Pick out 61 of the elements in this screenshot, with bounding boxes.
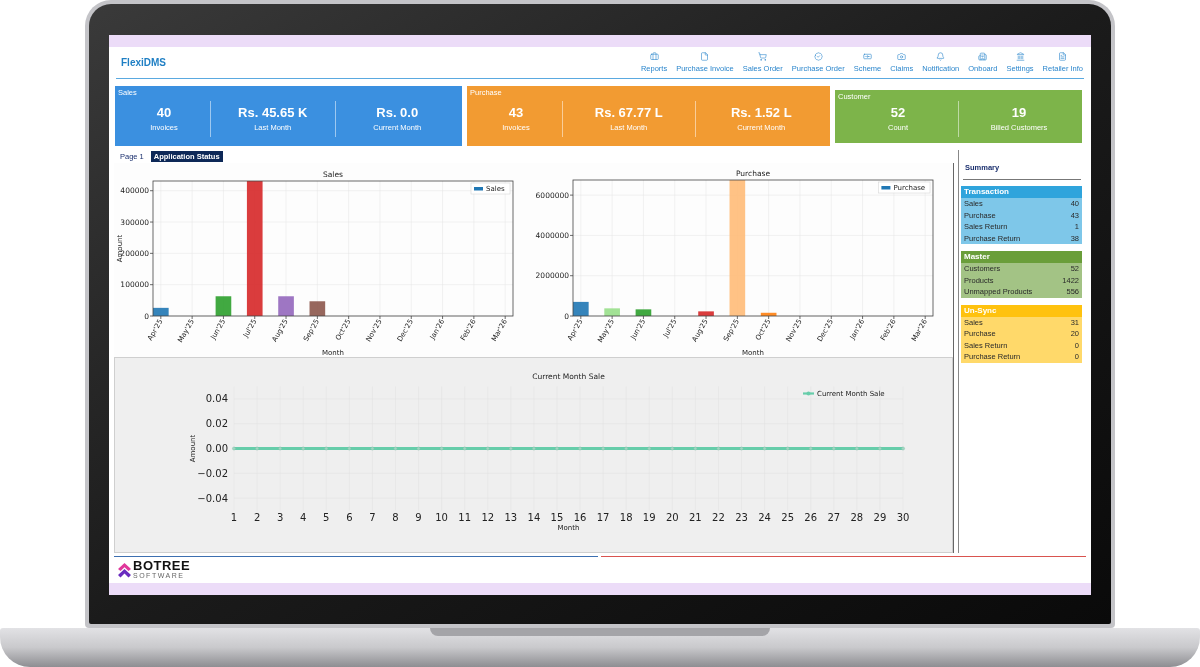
- axis-tick-label: 28: [850, 511, 864, 523]
- axis-tick-label: 11: [458, 511, 472, 523]
- camera-icon: [897, 52, 907, 61]
- stat-value: Rs. 0.0: [376, 106, 419, 120]
- axis-tick-label: 7: [369, 511, 376, 523]
- axis-tick-label: 20: [665, 511, 679, 523]
- bank-icon: [1015, 52, 1025, 61]
- stat-value: 19: [1011, 106, 1027, 120]
- axis-tick-label: −0.02: [197, 467, 228, 479]
- axis-tick-label: −0.04: [197, 492, 228, 504]
- stat-value: 43: [508, 106, 524, 120]
- axis-tick-label: 23: [735, 511, 748, 523]
- stat-value: Rs. 45.65 K: [238, 106, 308, 120]
- axis-tick-label: 6: [346, 511, 353, 523]
- axis-tick-label: 0.02: [205, 418, 228, 430]
- axis-tick-label: 3: [276, 511, 284, 523]
- axis-tick-label: 24: [758, 511, 771, 523]
- axis-tick-label: 17: [596, 511, 610, 523]
- stat-value: Rs. 67.77 L: [594, 106, 663, 120]
- axis-tick-label: 1: [230, 511, 238, 523]
- axis-tick-label: 21: [689, 511, 702, 523]
- axis-tick-label: 8: [392, 511, 399, 523]
- group-header: Un-Sync: [961, 304, 1082, 317]
- axis-tick-label: 10: [435, 511, 448, 523]
- legend-box: [878, 181, 931, 194]
- stat-value: 52: [890, 106, 906, 120]
- stat-value: 40: [156, 106, 172, 120]
- axis-tick-label: 29: [873, 511, 887, 523]
- axis-tick-label: 0.04: [205, 393, 228, 405]
- axis-tick-label: 0.00: [205, 443, 228, 454]
- axis-tick-label: 16: [573, 511, 587, 523]
- logo-text: BOTREE: [133, 560, 191, 572]
- axis-tick-label: 22: [712, 511, 725, 523]
- axis-tick-label: 15: [550, 511, 564, 523]
- axis-tick-label: 18: [619, 511, 633, 523]
- document-icon: [700, 52, 710, 61]
- group-header: Transaction: [961, 186, 1082, 198]
- axis-tick-label: 2: [253, 511, 261, 523]
- axis-tick-label: 12: [481, 511, 495, 523]
- badge-icon: [813, 52, 823, 61]
- axis-tick-label: 5: [323, 511, 330, 523]
- legend-box: [470, 182, 511, 195]
- briefcase-icon: [649, 52, 659, 61]
- app-title: FlexiDMS: [121, 56, 166, 69]
- group-header: Master: [961, 251, 1082, 263]
- axis-tick-label: 9: [415, 511, 422, 523]
- banknote-icon: [862, 52, 872, 61]
- axis-tick-label: 25: [781, 511, 794, 523]
- axis-tick-label: 30: [896, 511, 910, 523]
- axis-tick-label: 14: [527, 511, 541, 523]
- document-icon: [1058, 52, 1068, 61]
- axis-tick-label: 26: [804, 511, 818, 523]
- building-icon: [978, 52, 988, 61]
- cart-icon: [758, 52, 768, 61]
- bell-icon: [936, 52, 946, 61]
- axis-tick-label: 27: [827, 511, 841, 523]
- axis-tick-label: 19: [642, 511, 656, 523]
- axis-tick-label: 4: [300, 511, 307, 523]
- logo-icon: [118, 562, 131, 578]
- stat-value: Rs. 1.52 L: [730, 106, 792, 120]
- axis-tick-label: 13: [504, 511, 518, 523]
